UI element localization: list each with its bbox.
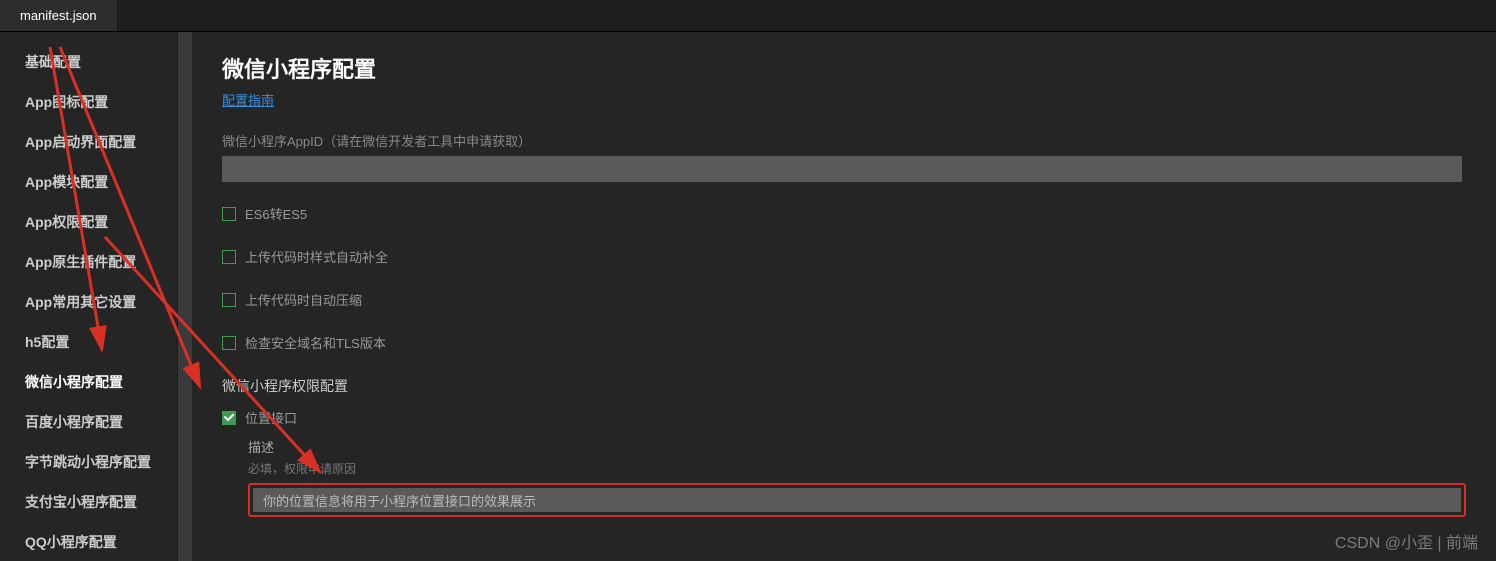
sidebar-item-qq-mp[interactable]: QQ小程序配置 xyxy=(0,522,177,561)
checkbox-label: ES6转ES5 xyxy=(245,204,307,223)
sidebar-item-alipay-mp[interactable]: 支付宝小程序配置 xyxy=(0,482,177,522)
permission-section-title: 微信小程序权限配置 xyxy=(222,376,1466,396)
sidebar-item-app-icon[interactable]: App图标配置 xyxy=(0,82,177,122)
tab-bar: manifest.json xyxy=(0,0,1496,32)
checkbox-label: 上传代码时样式自动补全 xyxy=(245,247,388,266)
sidebar-item-app-module[interactable]: App模块配置 xyxy=(0,162,177,202)
sidebar-item-wechat-mp[interactable]: 微信小程序配置 xyxy=(0,362,177,402)
checkbox-icon xyxy=(222,411,236,425)
appid-label: 微信小程序AppID（请在微信开发者工具中申请获取） xyxy=(222,131,1466,150)
sidebar-item-app-launch[interactable]: App启动界面配置 xyxy=(0,122,177,162)
sidebar-item-h5[interactable]: h5配置 xyxy=(0,322,177,362)
sidebar-item-app-perm[interactable]: App权限配置 xyxy=(0,202,177,242)
checkbox-icon xyxy=(222,250,236,264)
desc-input-highlight xyxy=(248,483,1466,517)
checkbox-label: 检查安全域名和TLS版本 xyxy=(245,333,386,352)
checkbox-icon xyxy=(222,207,236,221)
checkbox-auto-compress[interactable]: 上传代码时自动压缩 xyxy=(222,290,1466,309)
sidebar-item-basic[interactable]: 基础配置 xyxy=(0,42,177,82)
sidebar-item-app-other[interactable]: App常用其它设置 xyxy=(0,282,177,322)
sidebar-item-bytedance-mp[interactable]: 字节跳动小程序配置 xyxy=(0,442,177,482)
desc-hint: 必填，权限申请原因 xyxy=(248,460,1466,477)
sidebar: 基础配置 App图标配置 App启动界面配置 App模块配置 App权限配置 A… xyxy=(0,32,178,561)
checkbox-check-domain-tls[interactable]: 检查安全域名和TLS版本 xyxy=(222,333,1466,352)
tab-label: manifest.json xyxy=(20,8,97,23)
checkbox-es6[interactable]: ES6转ES5 xyxy=(222,204,1466,223)
desc-label: 描述 xyxy=(248,437,1466,456)
appid-input[interactable] xyxy=(222,156,1462,182)
main-panel: 微信小程序配置 配置指南 微信小程序AppID（请在微信开发者工具中申请获取） … xyxy=(192,32,1496,561)
page-title: 微信小程序配置 xyxy=(222,52,1466,84)
config-guide-link[interactable]: 配置指南 xyxy=(222,90,274,109)
checkbox-icon xyxy=(222,293,236,307)
desc-input[interactable] xyxy=(253,488,1461,512)
tab-manifest[interactable]: manifest.json xyxy=(0,0,118,31)
checkbox-label: 上传代码时自动压缩 xyxy=(245,290,362,309)
checkbox-location-api[interactable]: 位置接口 xyxy=(222,408,1466,427)
checkbox-style-autocomplete[interactable]: 上传代码时样式自动补全 xyxy=(222,247,1466,266)
checkbox-label: 位置接口 xyxy=(245,408,297,427)
checkbox-icon xyxy=(222,336,236,350)
sidebar-scrollbar[interactable] xyxy=(178,32,192,561)
sidebar-item-app-native-plugin[interactable]: App原生插件配置 xyxy=(0,242,177,282)
sidebar-item-baidu-mp[interactable]: 百度小程序配置 xyxy=(0,402,177,442)
